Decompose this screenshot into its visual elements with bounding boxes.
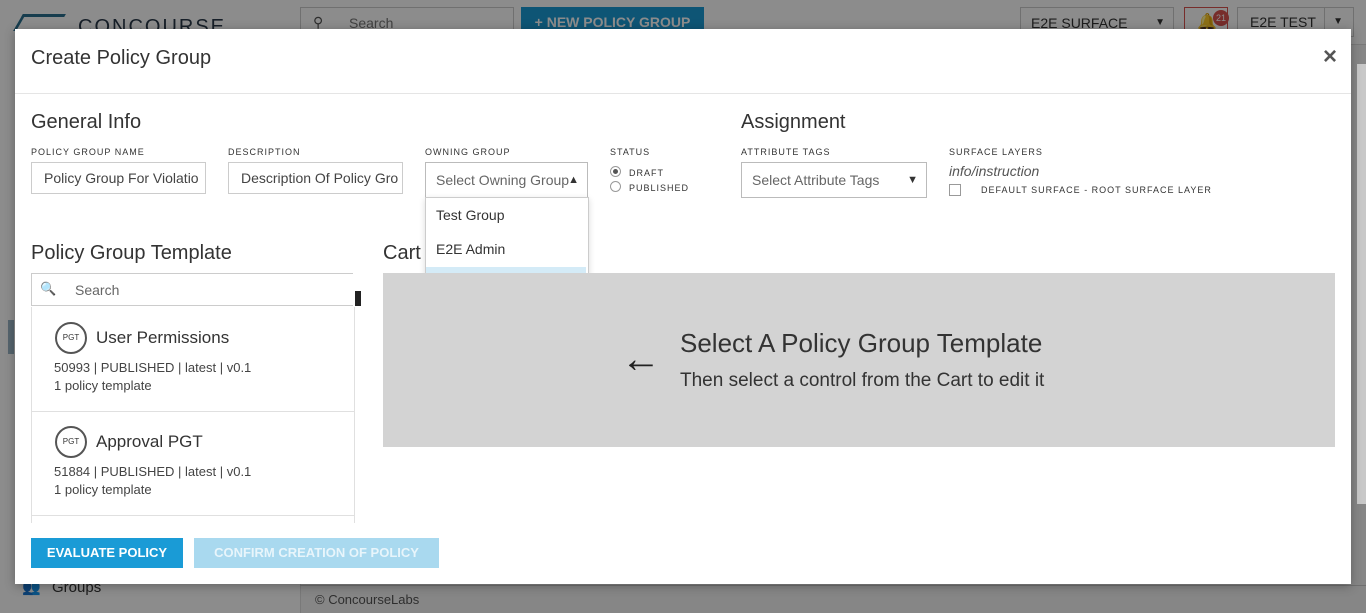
policy-group-name-label: POLICY GROUP NAME xyxy=(31,147,145,157)
template-count: 1 policy template xyxy=(54,482,152,497)
arrow-left-icon: ← xyxy=(621,337,661,381)
cart-heading: Select A Policy Group Template xyxy=(680,328,1043,358)
template-list: PGT User Permissions 50993 | PUBLISHED |… xyxy=(31,307,355,523)
modal-title: Create Policy Group xyxy=(31,47,212,69)
template-list-scrollbar[interactable] xyxy=(355,291,361,306)
surface-layer-option-label: DEFAULT SURFACE - ROOT SURFACE LAYER xyxy=(981,185,1212,195)
policy-group-template-title: Policy Group Template xyxy=(31,242,232,264)
template-search-placeholder: Search xyxy=(75,282,120,298)
description-input[interactable]: Description Of Policy Gro xyxy=(228,162,403,194)
cart-title: Cart xyxy=(383,242,421,264)
template-count: 1 policy template xyxy=(54,378,152,393)
chevron-down-icon: ▼ xyxy=(907,174,918,186)
radio-button-checked[interactable] xyxy=(610,166,621,177)
close-icon[interactable]: × xyxy=(1323,43,1337,71)
general-info-title: General Info xyxy=(31,111,142,133)
status-draft-radio[interactable]: DRAFT xyxy=(610,166,664,178)
status-label: STATUS xyxy=(610,147,651,157)
template-search-input[interactable]: 🔍 Search xyxy=(31,273,353,306)
attribute-tags-placeholder: Select Attribute Tags xyxy=(752,172,880,188)
policy-group-name-input[interactable]: Policy Group For Violatio xyxy=(31,162,206,194)
description-label: DESCRIPTION xyxy=(228,147,301,157)
cart-subheading: Then select a control from the Cart to e… xyxy=(680,370,1045,391)
surface-layers-info: info/instruction xyxy=(949,163,1040,179)
template-card-user-permissions[interactable]: PGT User Permissions 50993 | PUBLISHED |… xyxy=(32,307,354,412)
template-meta: 51884 | PUBLISHED | latest | v0.1 xyxy=(54,464,252,479)
surface-layers-label: SURFACE LAYERS xyxy=(949,147,1043,157)
attribute-tags-select[interactable]: Select Attribute Tags ▼ xyxy=(741,162,927,198)
modal-header: Create Policy Group × xyxy=(15,29,1351,94)
radio-button[interactable] xyxy=(610,181,621,192)
owning-group-select[interactable]: Select Owning Group ▲ xyxy=(425,162,588,198)
evaluate-policy-button[interactable]: EVALUATE POLICY xyxy=(31,538,183,568)
template-name: Approval PGT xyxy=(96,432,203,451)
status-published-label: PUBLISHED xyxy=(629,183,690,193)
template-name: User Permissions xyxy=(96,328,230,347)
cart-area: ← Select A Policy Group Template Then se… xyxy=(383,273,1335,447)
pgt-icon: PGT xyxy=(55,426,87,458)
owning-group-label: OWNING GROUP xyxy=(425,147,511,157)
pgt-icon: PGT xyxy=(55,322,87,354)
surface-layer-checkbox[interactable] xyxy=(949,184,961,196)
template-card-approval-pgt[interactable]: PGT Approval PGT 51884 | PUBLISHED | lat… xyxy=(32,411,354,516)
status-draft-label: DRAFT xyxy=(629,168,664,178)
template-meta: 50993 | PUBLISHED | latest | v0.1 xyxy=(54,360,252,375)
dropdown-option[interactable]: E2E Admin xyxy=(426,233,586,266)
assignment-title: Assignment xyxy=(741,111,846,133)
search-icon: 🔍 xyxy=(40,281,57,296)
page-scrollbar[interactable] xyxy=(1357,64,1366,504)
attribute-tags-label: ATTRIBUTE TAGS xyxy=(741,147,831,157)
dropdown-option[interactable]: Test Group xyxy=(426,199,586,232)
chevron-up-icon: ▲ xyxy=(568,174,579,186)
create-policy-group-modal: Create Policy Group × General Info POLIC… xyxy=(15,29,1351,584)
confirm-creation-button[interactable]: CONFIRM CREATION OF POLICY xyxy=(194,538,439,568)
owning-group-placeholder: Select Owning Group xyxy=(436,172,570,188)
status-published-radio[interactable]: PUBLISHED xyxy=(610,181,689,193)
